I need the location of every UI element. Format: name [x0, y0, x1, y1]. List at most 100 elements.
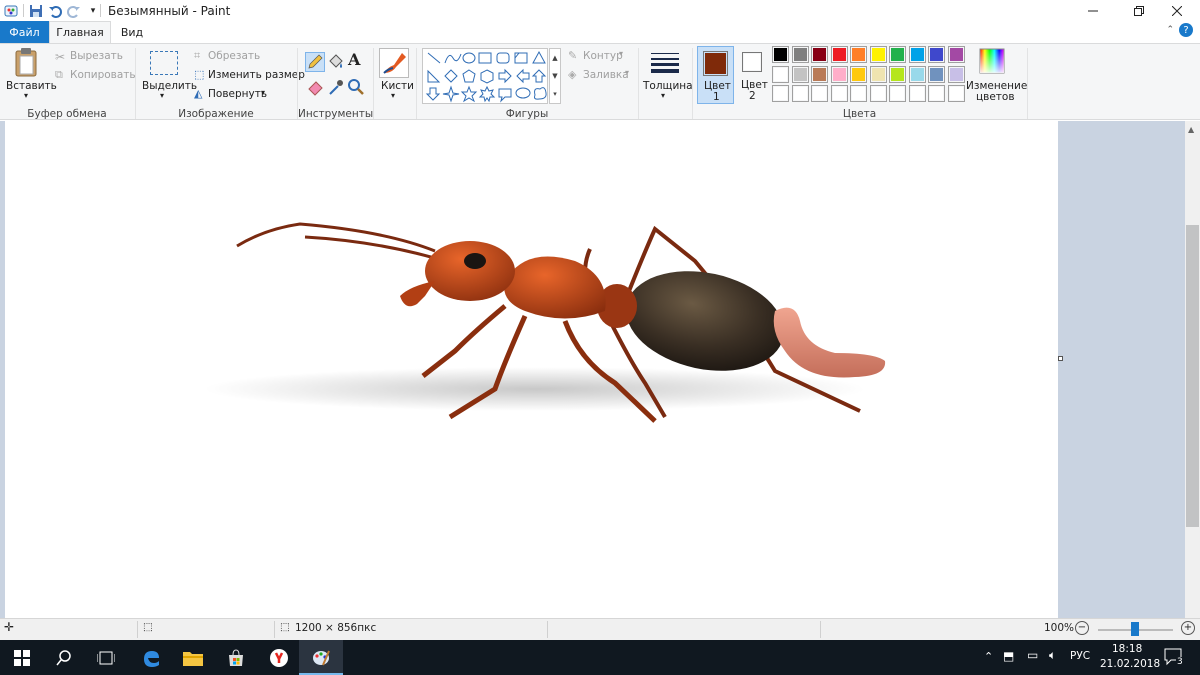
paint-taskbar-icon[interactable]: [299, 640, 343, 675]
minimize-icon[interactable]: [1070, 0, 1116, 21]
palette-swatch[interactable]: [928, 85, 945, 102]
outline-button[interactable]: Контур: [583, 50, 623, 62]
paste-dropdown-icon[interactable]: ▾: [24, 91, 28, 100]
copy-button[interactable]: Копировать: [70, 69, 136, 81]
customize-qa-icon[interactable]: ▾: [85, 3, 101, 18]
save-icon[interactable]: [28, 3, 44, 18]
color2-button[interactable]: Цвет 2: [736, 46, 771, 104]
tray-chevron-icon[interactable]: ⌃: [984, 650, 993, 663]
outline-dropdown-icon[interactable]: ▾: [619, 49, 623, 58]
select-icon[interactable]: [150, 51, 178, 75]
fill-bucket-icon[interactable]: [327, 53, 345, 71]
palette-swatch[interactable]: [889, 65, 906, 83]
store-icon[interactable]: [214, 640, 258, 675]
edge-browser-icon[interactable]: [129, 640, 173, 675]
palette-swatch[interactable]: [869, 46, 887, 63]
crop-button[interactable]: Обрезать: [208, 50, 260, 62]
palette-swatch[interactable]: [889, 85, 906, 102]
cut-button[interactable]: Вырезать: [70, 50, 123, 62]
edit-colors-icon[interactable]: [979, 48, 1005, 74]
color1-button[interactable]: Цвет 1: [697, 46, 734, 104]
yandex-browser-icon[interactable]: [257, 640, 301, 675]
palette-swatch[interactable]: [772, 85, 789, 102]
select-button[interactable]: Выделить: [142, 80, 197, 92]
tab-view[interactable]: Вид: [111, 21, 153, 43]
palette-swatch[interactable]: [928, 46, 945, 63]
clock-date[interactable]: 21.02.2018: [1100, 658, 1160, 670]
palette-swatch[interactable]: [908, 85, 926, 102]
paste-button[interactable]: Вставить: [6, 80, 57, 92]
volume-icon[interactable]: 🔈︎: [1049, 648, 1056, 663]
shapes-scroll[interactable]: ▲ ▼ ▾: [549, 48, 561, 104]
search-icon[interactable]: [42, 640, 86, 675]
brushes-dropdown-icon[interactable]: ▾: [391, 91, 395, 100]
edit-colors-line2[interactable]: цветов: [976, 91, 1015, 103]
qa-divider-2: [100, 4, 101, 17]
fill-button[interactable]: Заливка: [583, 69, 629, 81]
palette-swatch[interactable]: [772, 46, 789, 63]
resize-button[interactable]: Изменить размер: [208, 69, 305, 81]
zoom-slider-thumb[interactable]: [1131, 622, 1139, 636]
scrollbar-thumb[interactable]: [1186, 225, 1199, 527]
pencil-icon[interactable]: [305, 52, 325, 72]
brushes-icon[interactable]: [379, 48, 409, 78]
zoom-out-icon[interactable]: −: [1075, 621, 1089, 635]
rotate-button[interactable]: Повернуть: [208, 88, 267, 100]
battery-icon[interactable]: ▭: [1027, 648, 1038, 662]
tab-home[interactable]: Главная: [49, 21, 111, 43]
outline-icon: ✎: [568, 49, 578, 62]
palette-swatch[interactable]: [772, 65, 789, 83]
scroll-up-icon[interactable]: ▲: [1188, 125, 1194, 134]
palette-swatch[interactable]: [928, 65, 945, 83]
palette-swatch[interactable]: [869, 65, 887, 83]
text-tool-icon[interactable]: A: [348, 50, 360, 69]
size-button[interactable]: Толщина: [643, 80, 693, 92]
size-icon[interactable]: [651, 51, 679, 73]
palette-swatch[interactable]: [850, 46, 867, 63]
palette-swatch[interactable]: [791, 46, 809, 63]
palette-swatch[interactable]: [947, 46, 965, 63]
palette-swatch[interactable]: [811, 46, 828, 63]
size-dropdown-icon[interactable]: ▾: [661, 91, 665, 100]
palette-swatch[interactable]: [850, 85, 867, 102]
shapes-gallery[interactable]: [422, 48, 548, 104]
drawing-canvas[interactable]: [5, 121, 1058, 618]
palette-swatch[interactable]: [869, 85, 887, 102]
rotate-dropdown-icon[interactable]: ▾: [261, 88, 265, 97]
palette-swatch[interactable]: [791, 85, 809, 102]
close-icon[interactable]: [1154, 0, 1200, 21]
brushes-button[interactable]: Кисти: [381, 80, 414, 92]
palette-swatch[interactable]: [791, 65, 809, 83]
palette-swatch[interactable]: [830, 85, 848, 102]
network-icon[interactable]: ⬒: [1003, 649, 1014, 663]
zoom-in-icon[interactable]: +: [1181, 621, 1195, 635]
palette-swatch[interactable]: [830, 46, 848, 63]
palette-swatch[interactable]: [947, 85, 965, 102]
paste-icon[interactable]: [14, 48, 42, 78]
eraser-icon[interactable]: [307, 78, 325, 96]
file-explorer-icon[interactable]: [171, 640, 215, 675]
fill-dropdown-icon[interactable]: ▾: [625, 68, 629, 77]
palette-swatch[interactable]: [811, 65, 828, 83]
palette-swatch[interactable]: [908, 65, 926, 83]
palette-swatch[interactable]: [908, 46, 926, 63]
start-windows-icon[interactable]: [0, 640, 44, 675]
tab-file[interactable]: Файл: [0, 21, 49, 43]
task-view-icon[interactable]: [84, 640, 128, 675]
palette-swatch[interactable]: [850, 65, 867, 83]
magnifier-icon[interactable]: [347, 78, 365, 96]
undo-icon[interactable]: [47, 3, 63, 18]
redo-icon[interactable]: [66, 3, 82, 18]
palette-swatch[interactable]: [947, 65, 965, 83]
ribbon-collapse-icon[interactable]: ⌃: [1166, 25, 1174, 35]
color-picker-icon[interactable]: [327, 78, 345, 96]
help-icon[interactable]: ?: [1179, 23, 1193, 37]
paint-app-icon[interactable]: [3, 3, 19, 18]
language-indicator[interactable]: РУС: [1070, 650, 1090, 662]
canvas-resize-handle[interactable]: [1058, 356, 1063, 361]
palette-swatch[interactable]: [811, 85, 828, 102]
clock-time[interactable]: 18:18: [1112, 643, 1142, 655]
palette-swatch[interactable]: [889, 46, 906, 63]
select-dropdown-icon[interactable]: ▾: [160, 91, 164, 100]
palette-swatch[interactable]: [830, 65, 848, 83]
